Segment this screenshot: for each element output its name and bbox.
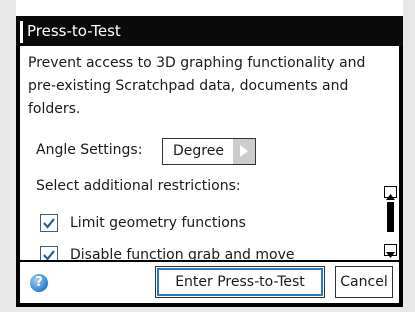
dialog-description: Prevent access to 3D graphing functional… [28,55,366,117]
press-to-test-dialog: Press-to-Test Prevent access to 3D graph… [16,16,403,307]
help-icon[interactable]: ? [30,274,48,292]
scroll-up-button[interactable] [384,186,397,200]
chevron-right-icon [240,145,248,157]
title-bar-marker [20,21,23,43]
dialog-title: Press-to-Test [27,22,121,40]
dropdown-arrow-button[interactable] [233,139,255,164]
checkbox-label: Limit geometry functions [70,215,246,231]
scroll-down-button[interactable] [384,244,397,258]
enter-press-to-test-button[interactable]: Enter Press-to-Test [155,266,325,298]
angle-settings-value: Degree [173,143,224,159]
restrictions-label: Select additional restrictions: [36,178,241,194]
triangle-up-icon [386,194,395,200]
checkmark-icon [43,218,55,229]
background-left [0,0,16,312]
dialog-title-bar: Press-to-Test [16,16,403,46]
background-right [403,0,415,312]
cancel-button[interactable]: Cancel [335,266,393,298]
angle-settings-dropdown[interactable]: Degree [162,138,256,165]
dialog-footer: ? Enter Press-to-Test Cancel [20,260,399,303]
scrollbar[interactable] [384,186,397,258]
checkbox[interactable] [40,214,58,232]
dialog-content: Prevent access to 3D graphing functional… [20,46,399,264]
triangle-down-icon [386,252,395,258]
scroll-thumb[interactable] [387,202,394,232]
background-bottom [0,307,415,312]
angle-settings-label: Angle Settings: [36,142,143,158]
